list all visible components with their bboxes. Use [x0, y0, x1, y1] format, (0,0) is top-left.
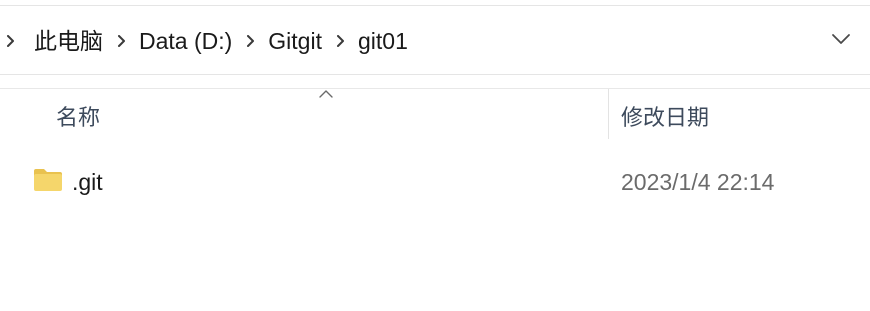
address-history-dropdown[interactable]	[826, 24, 856, 54]
file-explorer-window: 此电脑 Data (D:) Gitgit git01 名称 修改日期 .git …	[0, 0, 870, 311]
sort-ascending-icon	[319, 90, 333, 98]
breadcrumb: 此电脑 Data (D:) Gitgit git01	[0, 6, 416, 76]
chevron-right-icon[interactable]	[240, 6, 262, 76]
list-item[interactable]: .git 2023/1/4 22:14	[0, 160, 870, 204]
chevron-right-icon[interactable]	[0, 6, 28, 76]
breadcrumb-item-this-pc[interactable]: 此电脑	[28, 6, 111, 76]
folder-icon	[34, 169, 62, 191]
file-modified-date: 2023/1/4 22:14	[621, 169, 775, 195]
chevron-right-icon[interactable]	[330, 6, 352, 76]
column-header-date-modified[interactable]: 修改日期	[621, 100, 709, 132]
breadcrumb-item-data-drive[interactable]: Data (D:)	[133, 6, 240, 76]
breadcrumb-item-git01[interactable]: git01	[352, 6, 416, 76]
address-bar[interactable]: 此电脑 Data (D:) Gitgit git01	[0, 5, 870, 75]
file-name[interactable]: .git	[72, 169, 103, 196]
column-divider[interactable]	[608, 89, 609, 139]
chevron-down-icon	[832, 34, 850, 44]
chevron-right-icon[interactable]	[111, 6, 133, 76]
column-header-name[interactable]: 名称	[56, 100, 100, 132]
breadcrumb-item-gitgit[interactable]: Gitgit	[262, 6, 330, 76]
column-header-row	[0, 88, 870, 140]
